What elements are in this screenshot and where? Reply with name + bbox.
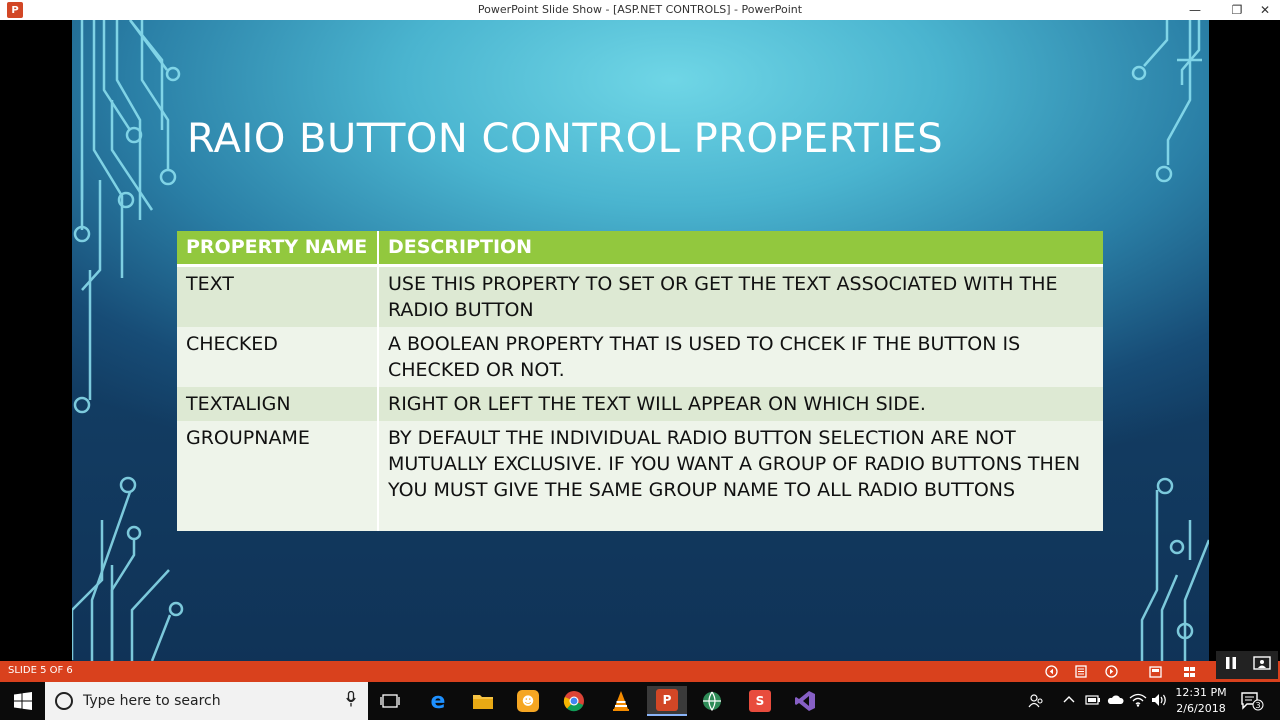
visual-studio-taskbar-button[interactable] (785, 686, 825, 716)
table-header-row: PROPERTY NAME DESCRIPTION (177, 231, 1103, 267)
taskbar-clock[interactable]: 12:31 PM 2/6/2018 (1172, 685, 1230, 717)
edge-icon: e (430, 688, 446, 714)
notes-icon[interactable] (1072, 663, 1090, 680)
minimize-button[interactable]: — (1180, 0, 1210, 20)
file-explorer-taskbar-button[interactable] (463, 686, 503, 716)
presenter-view-icon[interactable] (1252, 656, 1271, 674)
next-slide-icon[interactable] (1102, 663, 1120, 680)
task-view-icon (380, 694, 400, 708)
vlc-taskbar-button[interactable] (601, 686, 641, 716)
chrome-taskbar-button[interactable] (554, 686, 594, 716)
folder-icon (473, 695, 493, 709)
visual-studio-icon (795, 691, 815, 711)
slide-sorter-icon[interactable] (1180, 663, 1198, 680)
property-description-cell: RIGHT OR LEFT THE TEXT WILL APPEAR ON WH… (378, 386, 1103, 421)
cortana-icon (55, 692, 73, 710)
microphone-icon[interactable] (346, 690, 356, 711)
wifi-icon[interactable] (1129, 693, 1147, 711)
property-description-cell: A BOOLEAN PROPERTY THAT IS USED TO CHCEK… (378, 326, 1103, 387)
notification-count: 3 (1255, 701, 1260, 710)
slide-viewport: RAIO BUTTON CONTROL PROPERTIES PROPERTY … (0, 20, 1280, 661)
slide[interactable]: RAIO BUTTON CONTROL PROPERTIES PROPERTY … (72, 20, 1209, 661)
clock-date: 2/6/2018 (1176, 702, 1226, 715)
property-description-cell: USE THIS PROPERTY TO SET OR GET THE TEXT… (378, 265, 1103, 327)
action-center-icon[interactable]: 3 (1240, 691, 1264, 715)
property-name-cell: CHECKED (177, 326, 379, 387)
powerpoint-taskbar-button[interactable]: P (647, 686, 687, 716)
battery-icon[interactable] (1085, 693, 1101, 711)
property-name-cell: GROUPNAME (177, 420, 379, 531)
powerpoint-icon: P (656, 689, 678, 711)
red-app-icon: S (749, 690, 771, 712)
column-header-property-name: PROPERTY NAME (177, 231, 379, 267)
table-row: TEXTALIGN RIGHT OR LEFT THE TEXT WILL AP… (177, 386, 1103, 421)
previous-slide-icon[interactable] (1042, 663, 1060, 680)
windows-logo-icon (13, 692, 32, 710)
taskbar-search-box[interactable]: Type here to search (45, 682, 368, 720)
reading-view-icon[interactable] (1146, 663, 1164, 680)
property-name-cell: TEXTALIGN (177, 386, 379, 421)
close-button[interactable]: ✕ (1250, 0, 1280, 20)
orange-app-icon: ☻ (517, 690, 539, 712)
clock-time: 12:31 PM (1175, 686, 1227, 699)
table-row: GROUPNAME BY DEFAULT THE INDIVIDUAL RADI… (177, 420, 1103, 531)
pause-icon[interactable] (1224, 656, 1238, 674)
table-row: TEXT USE THIS PROPERTY TO SET OR GET THE… (177, 265, 1103, 327)
slideshow-control-bar: SLIDE 5 OF 6 (0, 651, 1280, 682)
start-button[interactable] (0, 682, 45, 720)
network-app-taskbar-button[interactable] (692, 686, 732, 716)
window-titlebar: P PowerPoint Slide Show - [ASP.NET CONTR… (0, 0, 1280, 20)
volume-icon[interactable] (1151, 693, 1169, 711)
restore-button[interactable]: ❐ (1222, 0, 1252, 20)
app-taskbar-button[interactable]: ☻ (508, 686, 548, 716)
globe-app-icon (703, 691, 721, 712)
app-taskbar-button-2[interactable]: S (740, 686, 780, 716)
search-placeholder: Type here to search (83, 693, 221, 709)
people-icon[interactable] (1028, 693, 1044, 713)
task-view-button[interactable] (370, 686, 410, 716)
edge-taskbar-button[interactable]: e (418, 686, 458, 716)
onedrive-cloud-icon[interactable] (1106, 693, 1124, 711)
windows-taskbar: Type here to search e ☻ P S 12:31 PM 2/6… (0, 682, 1280, 720)
presenter-controls (1216, 651, 1278, 679)
properties-table: PROPERTY NAME DESCRIPTION TEXT USE THIS … (177, 231, 1103, 531)
slide-title: RAIO BUTTON CONTROL PROPERTIES (187, 116, 944, 162)
property-description-cell: BY DEFAULT THE INDIVIDUAL RADIO BUTTON S… (378, 420, 1103, 531)
table-row: CHECKED A BOOLEAN PROPERTY THAT IS USED … (177, 326, 1103, 387)
vlc-cone-icon (613, 691, 629, 711)
column-header-description: DESCRIPTION (378, 231, 1103, 267)
window-title: PowerPoint Slide Show - [ASP.NET CONTROL… (477, 3, 803, 16)
slide-counter: SLIDE 5 OF 6 (8, 665, 73, 676)
property-name-cell: TEXT (177, 265, 379, 327)
chrome-icon (563, 691, 584, 712)
show-hidden-icons-chevron-icon[interactable] (1063, 693, 1075, 710)
